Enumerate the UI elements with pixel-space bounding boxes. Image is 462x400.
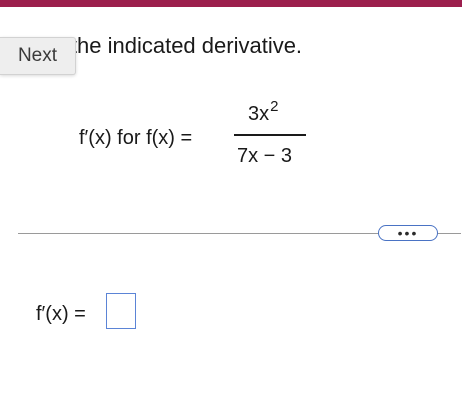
next-button[interactable]: Next <box>0 37 76 75</box>
answer-input[interactable] <box>106 293 136 329</box>
fraction-bar <box>234 134 306 136</box>
numerator-exponent: 2 <box>270 98 279 115</box>
fraction-denominator: 7x − 3 <box>237 145 293 167</box>
function-fraction: 3x2 7x − 3 <box>234 96 306 176</box>
more-options-button[interactable]: ••• <box>378 225 438 241</box>
problem-statement: f′(x) for f(x) = <box>79 127 193 149</box>
fraction-numerator: 3x2 <box>248 98 278 128</box>
top-accent-bar <box>0 0 462 7</box>
answer-label: f′(x) = <box>36 303 86 325</box>
numerator-base: 3x <box>248 103 270 125</box>
